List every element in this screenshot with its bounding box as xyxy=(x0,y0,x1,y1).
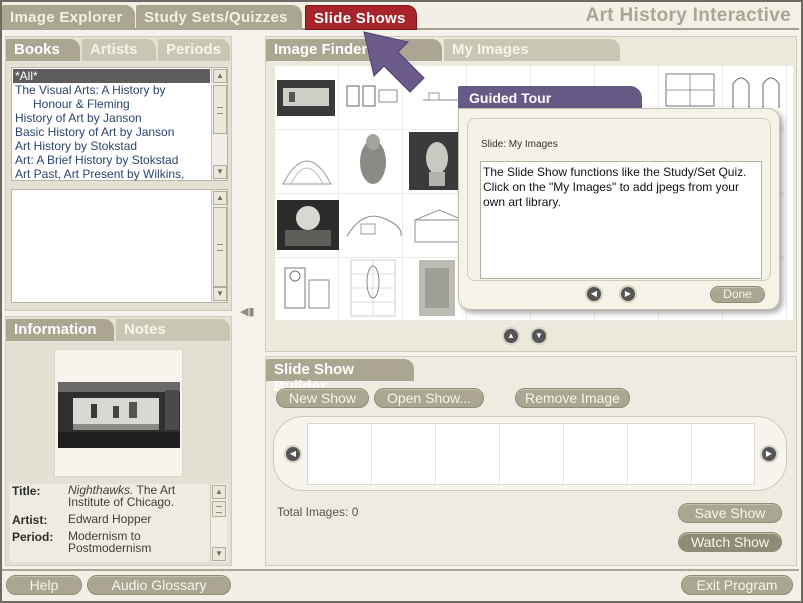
tour-pointer-arrow-icon xyxy=(363,31,425,93)
book-list-item[interactable]: History of Art by Janson xyxy=(13,111,210,125)
details-scrollbar[interactable]: ▲ ▼ xyxy=(210,484,226,562)
slide-slot[interactable] xyxy=(436,424,500,484)
book-list-item[interactable]: *All* xyxy=(13,69,210,83)
tour-previous-icon[interactable]: ◀ xyxy=(585,285,603,303)
tab-artists[interactable]: Artists xyxy=(82,39,156,61)
tab-my-images[interactable]: My Images xyxy=(444,39,620,61)
slide-slot[interactable] xyxy=(372,424,436,484)
scroll-up-icon[interactable]: ▲ xyxy=(212,485,226,499)
strip-next-icon[interactable]: ▶ xyxy=(760,445,778,463)
tab-notes[interactable]: Notes xyxy=(116,319,230,341)
slide-slots[interactable] xyxy=(307,423,755,485)
thumb-venus-figurine[interactable] xyxy=(355,132,391,192)
tour-text: The Slide Show functions like the Study/… xyxy=(480,161,762,279)
tab-periods[interactable]: Periods xyxy=(158,39,230,61)
strip-previous-icon[interactable]: ◀ xyxy=(284,445,302,463)
secondary-list: ▲ ▼ xyxy=(11,189,228,303)
artwork-details: Title: Nighthawks. The Art Institute of … xyxy=(10,484,228,562)
thumb-dome-sketch[interactable] xyxy=(279,140,335,190)
book-list-item[interactable]: Art: A Brief History by Stokstad xyxy=(13,153,210,167)
slide-strip: ◀ ▶ xyxy=(273,416,787,491)
builder-tab-row: Slide Show Builder xyxy=(266,357,796,395)
books-panel: Books Artists Periods *All* The Visual Ar… xyxy=(5,36,232,311)
slide-slot[interactable] xyxy=(692,424,756,484)
info-tab-row: Information Notes xyxy=(6,317,231,341)
guided-tour-body: Slide: My Images The Slide Show function… xyxy=(458,108,780,310)
remove-image-button[interactable]: Remove Image xyxy=(515,388,630,408)
book-list-item[interactable]: Art Past, Art Present by Wilkins, xyxy=(13,167,210,181)
watch-show-button[interactable]: Watch Show xyxy=(678,532,782,552)
guided-tour-title: Guided Tour xyxy=(458,86,642,110)
tour-done-button[interactable]: Done xyxy=(710,286,765,303)
period-value: Modernism to Postmodernism xyxy=(68,529,152,555)
thumb-machine-drawing[interactable] xyxy=(279,260,335,318)
tab-study-sets-quizzes[interactable]: Study Sets/Quizzes xyxy=(136,5,302,30)
title-value: Nighthawks. The Art Institute of Chicago… xyxy=(68,484,206,508)
scroll-thumb[interactable] xyxy=(213,207,227,287)
book-list: *All* The Visual Arts: A History by Honour… xyxy=(11,67,228,181)
scroll-down-icon[interactable]: ▼ xyxy=(213,287,227,301)
slide-slot[interactable] xyxy=(500,424,564,484)
book-list-item[interactable]: The Visual Arts: A History by xyxy=(13,83,210,97)
thumb-figure-grid[interactable] xyxy=(345,258,401,318)
slide-slot[interactable] xyxy=(308,424,372,484)
books-tab-row: Books Artists Periods xyxy=(6,37,231,61)
exit-program-button[interactable]: Exit Program xyxy=(681,575,793,595)
thumb-stone-relief[interactable] xyxy=(415,258,459,318)
scroll-down-icon[interactable]: ▼ xyxy=(212,547,226,561)
book-list-item[interactable]: Basic History of Art by Janson xyxy=(13,125,210,139)
open-show-button[interactable]: Open Show... xyxy=(374,388,484,408)
scroll-up-icon[interactable]: ▲ xyxy=(213,191,227,205)
tab-books[interactable]: Books xyxy=(6,39,80,61)
save-show-button[interactable]: Save Show xyxy=(678,503,782,523)
new-show-button[interactable]: New Show xyxy=(276,388,369,408)
slide-slot[interactable] xyxy=(564,424,628,484)
tab-information[interactable]: Information xyxy=(6,319,114,341)
scroll-thumb[interactable] xyxy=(212,501,226,517)
title-label: Title: xyxy=(12,484,41,498)
grid-scroll-down-icon[interactable]: ▼ xyxy=(530,327,548,345)
period-label: Period: xyxy=(12,530,54,544)
artist-value: Edward Hopper xyxy=(68,512,152,526)
thumb-pantheon-interior[interactable] xyxy=(277,200,339,250)
book-list-item[interactable]: Honour & Fleming xyxy=(13,97,210,111)
audio-glossary-button[interactable]: Audio Glossary xyxy=(87,575,231,595)
nighthawks-image xyxy=(58,382,180,448)
builder-title: Slide Show Builder xyxy=(266,359,414,395)
secondary-list-scrollbar[interactable]: ▲ ▼ xyxy=(211,190,227,302)
help-button[interactable]: Help xyxy=(6,575,82,595)
finder-tab-row: Image Finder My Images xyxy=(266,37,796,61)
grid-scroll-up-icon[interactable]: ▲ xyxy=(502,327,520,345)
book-list-scrollbar[interactable]: ▲ ▼ xyxy=(211,68,227,180)
collapse-panel-icon[interactable]: ◀▮ xyxy=(240,305,256,318)
total-images-count: Total Images: 0 xyxy=(277,505,359,519)
scroll-down-icon[interactable]: ▼ xyxy=(213,165,227,179)
tab-image-explorer[interactable]: Image Explorer xyxy=(2,5,135,30)
scroll-thumb[interactable] xyxy=(213,85,227,134)
tour-slide-label: Slide: My Images xyxy=(481,139,558,150)
scroll-up-icon[interactable]: ▲ xyxy=(213,69,227,83)
selected-artwork-thumbnail xyxy=(54,349,183,477)
book-list-item[interactable]: Art History by Stokstad xyxy=(13,139,210,153)
bottom-bar: Help Audio Glossary Exit Program xyxy=(2,569,799,601)
artist-label: Artist: xyxy=(12,513,48,527)
thumb-head-sculpture[interactable] xyxy=(409,132,465,190)
guided-tour-dialog: Guided Tour Slide: My Images The Slide S… xyxy=(458,86,780,310)
thumb-gallery-image[interactable] xyxy=(277,80,335,116)
information-panel: Information Notes Title: Nighthawks. The… xyxy=(5,316,232,566)
tour-next-icon[interactable]: ▶ xyxy=(619,285,637,303)
app-title: Art History Interactive xyxy=(585,5,791,26)
guided-tour-content: Slide: My Images The Slide Show function… xyxy=(467,118,771,281)
thumb-site-plan[interactable] xyxy=(343,206,403,248)
slide-slot[interactable] xyxy=(628,424,692,484)
